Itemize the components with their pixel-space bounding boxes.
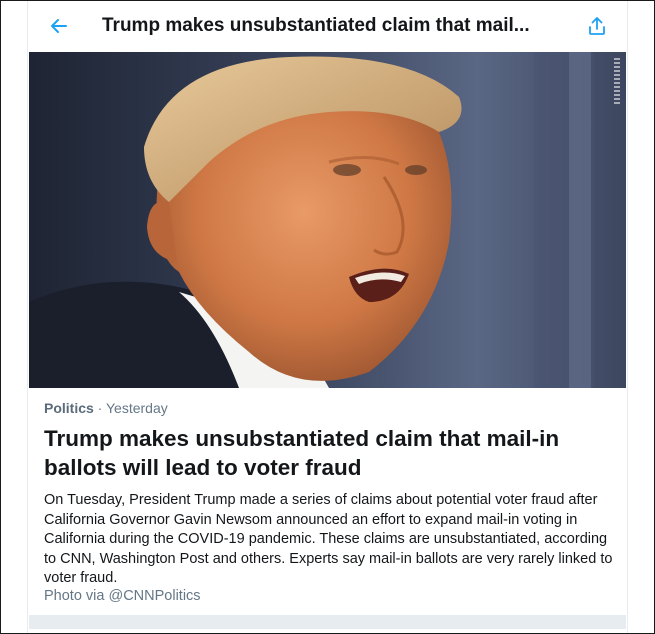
article-summary: On Tuesday, President Trump made a serie…	[44, 492, 613, 586]
back-button[interactable]	[44, 11, 74, 41]
share-upload-icon	[589, 17, 605, 35]
article-meta: Politics · Yesterday	[44, 398, 168, 418]
window-frame: Trump makes unsubstantiated claim that m…	[0, 0, 655, 634]
header-title: Trump makes unsubstantiated claim that m…	[102, 15, 530, 36]
share-button[interactable]	[581, 10, 613, 42]
arrow-left-icon	[51, 19, 67, 33]
bottom-divider	[29, 615, 626, 629]
article-image[interactable]	[29, 52, 626, 388]
article-photo	[29, 52, 626, 388]
photo-credit: Photo via @CNNPolitics	[44, 588, 201, 604]
header-bar: Trump makes unsubstantiated claim that m…	[28, 1, 627, 51]
timestamp: Yesterday	[106, 400, 168, 416]
image-watermark	[614, 58, 620, 104]
moment-panel: Trump makes unsubstantiated claim that m…	[27, 1, 628, 633]
category-label: Politics	[44, 400, 94, 416]
meta-separator: ·	[93, 400, 106, 416]
article-headline[interactable]: Trump makes unsubstantiated claim that m…	[44, 424, 614, 482]
